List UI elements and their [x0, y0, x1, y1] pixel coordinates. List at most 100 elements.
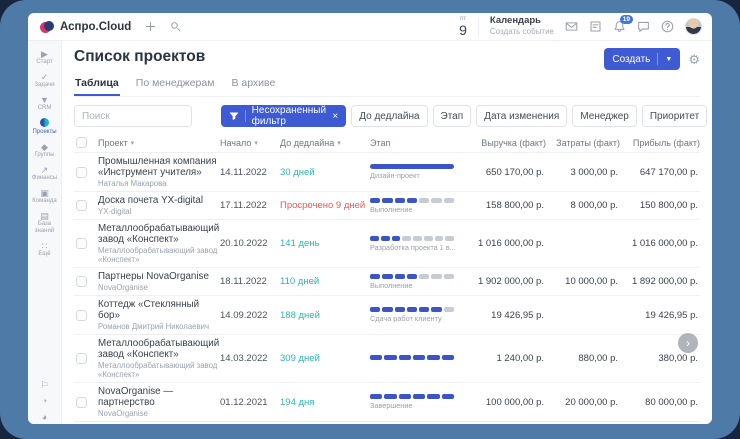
stage-segment: [419, 274, 429, 279]
row-checkbox[interactable]: [76, 200, 87, 211]
sidebar-item-label: Задачи: [28, 82, 61, 89]
column-header-4[interactable]: Этап: [370, 138, 468, 148]
stage-progress-bar: [370, 307, 454, 312]
costs-value: 3 000,00 р.: [546, 167, 620, 178]
stage-segment: [435, 236, 444, 241]
sidebar-item-knowledge[interactable]: ▤База знаний: [28, 209, 61, 237]
filter-button-до-дедлайна[interactable]: До дедлайна: [351, 105, 427, 127]
disc-icon[interactable]: ◕: [28, 410, 61, 424]
project-subtitle: NovaOrganise: [98, 283, 220, 292]
column-header-5[interactable]: Выручка (факт): [468, 138, 546, 148]
column-header-2[interactable]: Начало▾: [220, 138, 280, 148]
funnel-icon: [229, 111, 239, 121]
active-filter-chip[interactable]: Несохраненный фильтр ×: [221, 105, 346, 127]
sidebar-item-start[interactable]: ▶Старт: [28, 47, 61, 68]
project-title: Металлообрабатывающий завод «Конспект»: [98, 223, 220, 245]
calendar-subtitle: Создать событие: [490, 27, 554, 36]
revenue-value: 19 426,95 р.: [468, 310, 546, 321]
chevron-down-icon[interactable]: ▼: [665, 56, 672, 63]
filter-button-менеджер[interactable]: Менеджер: [572, 105, 637, 127]
sort-chevron-icon[interactable]: ▾: [254, 139, 258, 147]
table-row[interactable]: Партнеры NovaOrganiseNovaOrganise18.11.2…: [74, 268, 700, 296]
mail-icon[interactable]: [565, 20, 578, 33]
chat-icon[interactable]: [637, 20, 650, 33]
avatar[interactable]: [685, 18, 702, 35]
row-checkbox[interactable]: [76, 276, 87, 287]
brand-name: Аспро.Cloud: [60, 21, 131, 33]
scroll-right-button[interactable]: ›: [678, 333, 698, 353]
stage-cell: Завершение: [370, 394, 468, 410]
stage-cell: Разработка проекта 1 в...: [370, 236, 468, 252]
stage-segment: [395, 274, 405, 279]
note-icon[interactable]: [589, 20, 602, 33]
sort-chevron-icon[interactable]: ▾: [131, 139, 135, 147]
stage-segment: [427, 394, 439, 399]
filter-button-дата-изменения[interactable]: Дата изменения: [476, 105, 567, 127]
column-header-6[interactable]: Затраты (факт): [546, 138, 620, 148]
sort-chevron-icon[interactable]: ▾: [337, 139, 341, 147]
row-checkbox[interactable]: [76, 167, 87, 178]
profit-value: 150 800,00 р.: [620, 200, 700, 211]
date-widget[interactable]: пт 9: [459, 16, 467, 37]
filter-button-этап[interactable]: Этап: [433, 105, 472, 127]
team-icon: ▣: [28, 188, 61, 198]
more-icon: ∷: [28, 241, 61, 251]
revenue-value: 1 240,00 р.: [468, 353, 546, 364]
table-row[interactable]: Доска почета YX-digitalYX-digital17.11.2…: [74, 192, 700, 220]
column-header-7[interactable]: Прибыль (факт): [620, 138, 700, 148]
sidebar-item-projects[interactable]: Проекты: [28, 116, 61, 138]
select-all-checkbox[interactable]: [76, 137, 87, 148]
stage-segment: [444, 198, 454, 203]
deadline-value: 188 дней: [280, 310, 370, 321]
table-row[interactable]: Коттедж «Стеклянный бор»Романов Дмитрий …: [74, 296, 700, 335]
costs-value: 20 000,00 р.: [546, 397, 620, 408]
table-row[interactable]: Металлообрабатывающий завод «Конспект»Ме…: [74, 220, 700, 268]
table-row[interactable]: ХМАО- Сургут01.12.2022Просрочено 7 днейТ…: [74, 422, 700, 424]
column-header-1[interactable]: Проект▾: [98, 138, 220, 148]
settings-gear-icon[interactable]: ⚙: [688, 53, 700, 66]
stage-segment: [384, 355, 396, 360]
table-row[interactable]: Металлообрабатывающий завод «Конспект»Ме…: [74, 335, 700, 383]
row-checkbox[interactable]: [76, 310, 87, 321]
sidebar-item-tasks[interactable]: ✓Задачи: [28, 70, 61, 91]
column-header-3[interactable]: До дедлайна▾: [280, 138, 370, 148]
pie-icon[interactable]: ◔: [28, 394, 61, 408]
project-cell: Промышленная компания «Инструмент учител…: [98, 156, 220, 188]
sidebar: ▶Старт✓Задачи▼CRMПроекты◆Группы↗Финансы▣…: [28, 41, 62, 424]
tab-2[interactable]: По менеджерам: [135, 74, 216, 96]
add-icon[interactable]: [145, 21, 156, 32]
stage-cell: [370, 355, 468, 362]
stage-segment: [413, 355, 425, 360]
row-checkbox[interactable]: [76, 353, 87, 364]
bell-icon[interactable]: 19: [613, 20, 626, 33]
search-icon[interactable]: [170, 21, 181, 32]
table-row[interactable]: Промышленная компания «Инструмент учител…: [74, 153, 700, 192]
tab-3[interactable]: В архиве: [230, 74, 276, 96]
filter-button-приоритет[interactable]: Приоритет: [642, 105, 707, 127]
remove-filter-icon[interactable]: ×: [332, 111, 338, 122]
calendar-widget[interactable]: Календарь Создать событие: [490, 16, 554, 36]
row-checkbox[interactable]: [76, 397, 87, 408]
stage-segment: [395, 198, 405, 203]
search-input[interactable]: [74, 105, 192, 127]
profit-value: 380,00 р.: [620, 353, 700, 364]
sidebar-item-team[interactable]: ▣Команда: [28, 186, 61, 207]
divider: [245, 110, 246, 122]
help-icon[interactable]: [661, 20, 674, 33]
start-date: 20.10.2022: [220, 238, 280, 249]
row-checkbox[interactable]: [76, 238, 87, 249]
sidebar-item-groups[interactable]: ◆Группы: [28, 140, 61, 161]
stage-segment: [402, 236, 411, 241]
flag-icon[interactable]: ⚐: [28, 378, 61, 392]
revenue-value: 1 016 000,00 р.: [468, 238, 546, 249]
sidebar-item-finance[interactable]: ↗Финансы: [28, 163, 61, 184]
create-button[interactable]: Создать ▼: [604, 48, 680, 70]
table-row[interactable]: NovaOrganise — партнерствоNovaOrganise01…: [74, 383, 700, 422]
tab-1[interactable]: Таблица: [74, 74, 120, 96]
stage-progress-bar: [370, 164, 454, 169]
disc-icon: ◕: [28, 412, 61, 422]
start-date: 14.11.2022: [220, 167, 280, 178]
sidebar-item-crm[interactable]: ▼CRM: [28, 93, 61, 114]
sidebar-item-more[interactable]: ∷Ещё: [28, 239, 61, 260]
table-header: Проект▾Начало▾До дедлайна▾ЭтапВыручка (ф…: [74, 133, 700, 153]
